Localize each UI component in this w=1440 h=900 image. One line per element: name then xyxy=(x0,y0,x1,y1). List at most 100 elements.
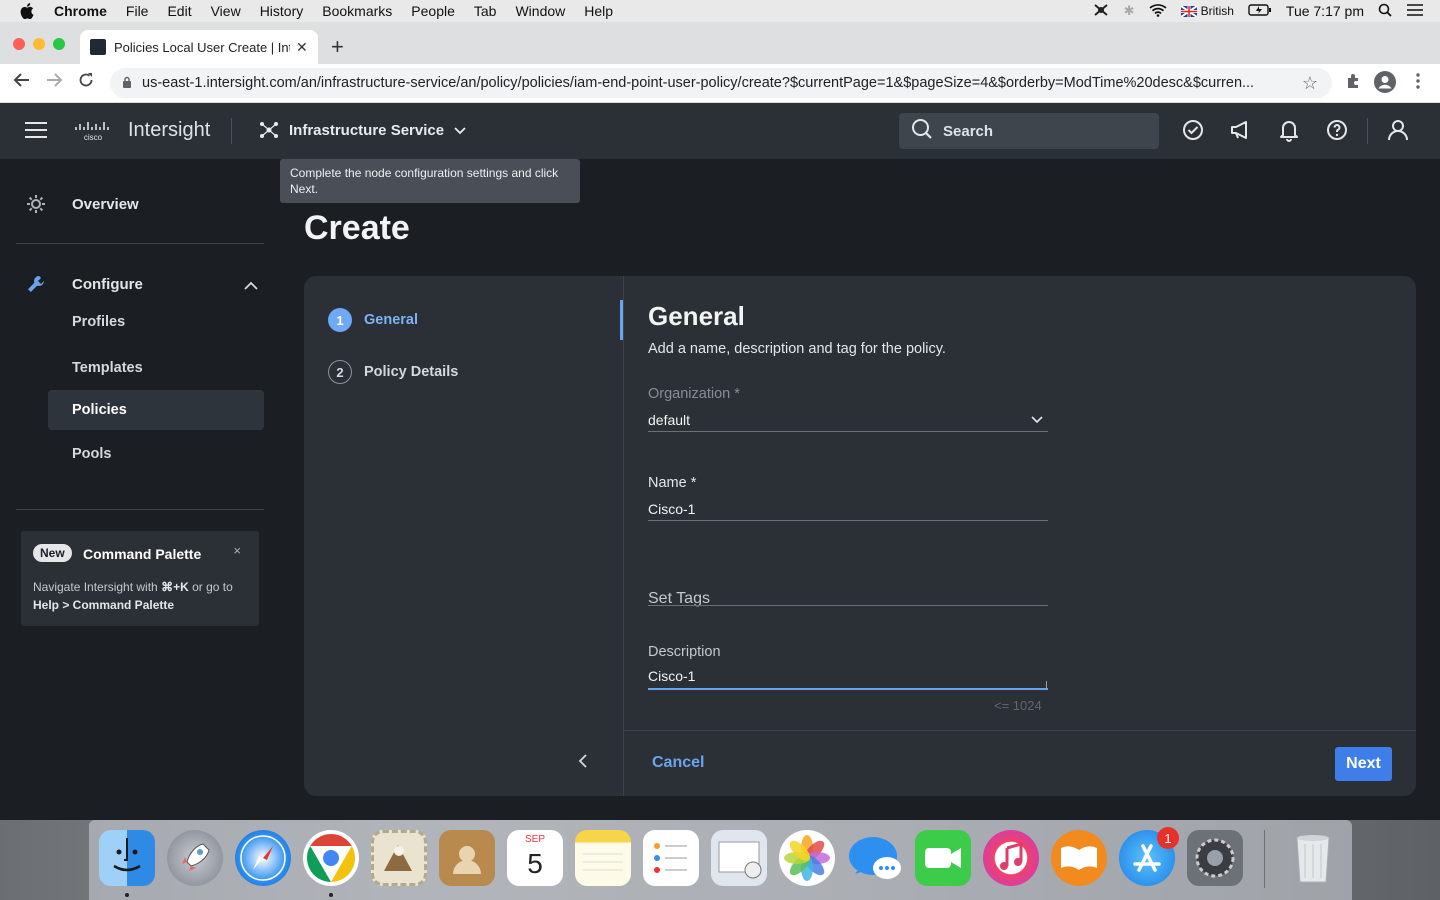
address-bar[interactable]: us-east-1.intersight.com/an/infrastructu… xyxy=(110,68,1332,98)
reminders-icon[interactable] xyxy=(643,830,699,886)
step-label: General xyxy=(364,312,418,328)
new-tab-icon[interactable]: + xyxy=(331,34,344,60)
configure-wrench-icon xyxy=(25,273,47,295)
apple-menu-icon[interactable] xyxy=(18,0,36,22)
safari-compass-icon[interactable] xyxy=(235,830,291,886)
sidebar-item-overview[interactable]: Overview xyxy=(25,193,139,215)
menu-people[interactable]: People xyxy=(411,3,455,19)
hamburger-menu-icon[interactable] xyxy=(25,122,47,140)
notes-icon[interactable] xyxy=(575,830,631,886)
cmd-help-path[interactable]: Help > Command Palette xyxy=(33,598,174,612)
bookmark-star-icon[interactable]: ☆ xyxy=(1302,73,1318,94)
facetime-camera-icon[interactable] xyxy=(915,830,971,886)
search-placeholder: Search xyxy=(943,122,994,140)
tags-underline xyxy=(648,605,1048,606)
extensions-puzzle-icon[interactable] xyxy=(1345,72,1363,95)
user-profile-icon[interactable] xyxy=(1386,118,1410,142)
wifi-icon[interactable] xyxy=(1148,3,1167,20)
sidebar-item-configure[interactable]: Configure xyxy=(25,273,258,295)
menu-view[interactable]: View xyxy=(211,3,241,19)
clock[interactable]: Tue 7:17 pm xyxy=(1286,3,1364,19)
mail-stamp-icon[interactable] xyxy=(371,830,427,886)
next-button[interactable]: Next xyxy=(1335,747,1392,781)
tab-close-icon[interactable]: ✕ xyxy=(296,39,308,56)
sidebar-item-policies[interactable]: Policies xyxy=(48,390,264,430)
finder-icon[interactable] xyxy=(99,830,155,886)
contacts-book-icon[interactable] xyxy=(439,830,495,886)
cmd-shortcut: ⌘+K xyxy=(161,580,189,594)
name-input[interactable]: Cisco-1 xyxy=(648,501,1048,517)
page-title: Create xyxy=(304,209,410,247)
description-textarea[interactable]: Cisco-1 xyxy=(648,668,1048,684)
sidebar-label-templates: Templates xyxy=(72,360,143,376)
sidebar-label-profiles: Profiles xyxy=(72,314,126,330)
menu-bookmarks[interactable]: Bookmarks xyxy=(322,3,392,19)
profile-avatar-icon[interactable] xyxy=(1374,71,1396,98)
collapse-chevron-left-icon[interactable] xyxy=(578,753,588,774)
wizard-step-general[interactable]: 1 General xyxy=(328,308,418,332)
menu-help[interactable]: Help xyxy=(584,3,613,19)
menu-history[interactable]: History xyxy=(260,3,304,19)
photos-icon[interactable] xyxy=(779,830,835,886)
messages-bubble-icon[interactable] xyxy=(847,830,903,886)
input-source-label: British xyxy=(1200,4,1234,18)
preview-icon[interactable] xyxy=(711,830,767,886)
system-preferences-gear-icon[interactable] xyxy=(1187,830,1243,886)
organization-label: Organization * xyxy=(648,386,740,402)
overview-gear-icon xyxy=(25,193,47,215)
cisco-logo: cisco xyxy=(73,120,113,142)
description-underline xyxy=(648,688,1048,690)
search-icon xyxy=(911,118,933,144)
organization-select[interactable]: default xyxy=(648,412,1048,428)
command-palette-card: New Command Palette × Navigate Intersigh… xyxy=(21,531,259,626)
sidebar-item-templates[interactable]: Templates xyxy=(48,348,264,388)
browser-tab[interactable]: Policies Local User Create | Intersight … xyxy=(80,30,318,64)
cancel-button[interactable]: Cancel xyxy=(652,754,704,772)
launchpad-rocket-icon[interactable] xyxy=(167,830,223,886)
notification-center-icon[interactable] xyxy=(1406,3,1424,20)
chrome-browser-icon[interactable] xyxy=(303,830,359,886)
wizard-step-policy-details[interactable]: 2 Policy Details xyxy=(328,360,458,384)
name-underline xyxy=(648,520,1048,521)
menu-file[interactable]: File xyxy=(126,3,149,19)
announcements-megaphone-icon[interactable] xyxy=(1229,118,1253,142)
running-indicator xyxy=(329,893,333,897)
chevron-down-icon[interactable] xyxy=(1031,413,1043,427)
help-question-icon[interactable] xyxy=(1325,118,1349,142)
minimize-window-button[interactable] xyxy=(33,38,45,50)
menu-window[interactable]: Window xyxy=(515,3,565,19)
books-icon[interactable] xyxy=(1051,830,1107,886)
close-icon[interactable]: × xyxy=(233,543,241,558)
input-source-menu[interactable]: British xyxy=(1180,4,1234,18)
bluetooth-icon[interactable]: ✱ xyxy=(1124,3,1135,19)
search-input[interactable]: Search xyxy=(899,113,1159,149)
menu-app-name[interactable]: Chrome xyxy=(54,3,107,19)
bug-status-icon[interactable] xyxy=(1092,2,1110,21)
spotlight-icon[interactable] xyxy=(1378,3,1392,20)
service-selector[interactable]: Infrastructure Service xyxy=(259,120,466,140)
sidebar-item-profiles[interactable]: Profiles xyxy=(48,302,264,342)
trash-bin-icon[interactable] xyxy=(1285,830,1341,886)
notifications-bell-icon[interactable] xyxy=(1277,118,1301,142)
battery-icon[interactable] xyxy=(1248,3,1272,19)
forward-arrow-icon[interactable] xyxy=(45,72,63,93)
back-arrow-icon[interactable] xyxy=(13,72,31,93)
requests-check-icon[interactable] xyxy=(1181,118,1205,142)
step-number: 2 xyxy=(328,360,352,384)
service-label: Infrastructure Service xyxy=(289,121,445,139)
menu-tab[interactable]: Tab xyxy=(474,3,497,19)
uk-flag-icon xyxy=(1180,5,1197,17)
close-window-button[interactable] xyxy=(13,38,25,50)
menu-edit[interactable]: Edit xyxy=(167,3,191,19)
maximize-window-button[interactable] xyxy=(53,38,65,50)
lock-icon[interactable] xyxy=(122,76,132,91)
chevron-up-icon[interactable] xyxy=(244,277,258,294)
calendar-icon[interactable]: SEP 5 xyxy=(507,830,563,886)
chevron-down-icon xyxy=(454,122,466,138)
sidebar-item-pools[interactable]: Pools xyxy=(48,434,264,474)
reload-icon[interactable] xyxy=(78,72,94,93)
description-label: Description xyxy=(648,644,721,660)
chrome-menu-kebab-icon[interactable] xyxy=(1415,72,1421,95)
music-note-icon[interactable] xyxy=(983,830,1039,886)
sidebar-label-overview: Overview xyxy=(72,195,139,213)
